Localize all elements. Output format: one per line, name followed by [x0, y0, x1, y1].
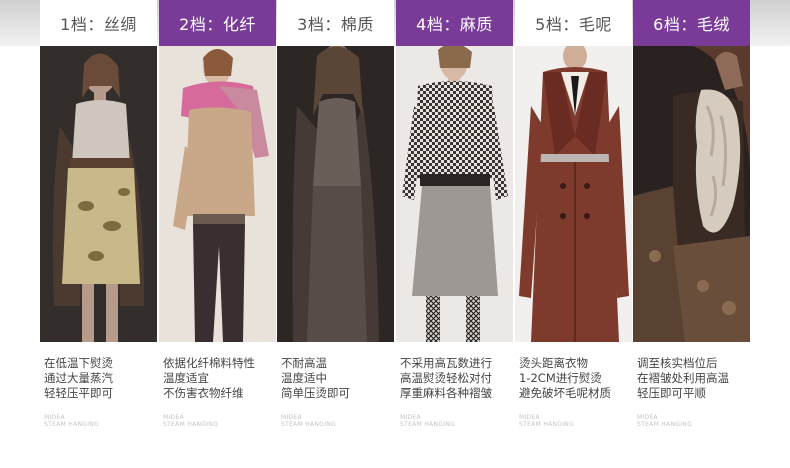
column-cotton: 3档：棉质 不耐高温 温度适中 简单压烫即可 MIDEA STEAM HANGI…	[277, 0, 394, 468]
description-line: 避免破坏毛呢材质	[519, 386, 611, 400]
tab-silk[interactable]: 1档：丝绸	[40, 0, 157, 46]
photo-linen	[396, 46, 513, 342]
description-line: 轻压即可平顺	[637, 386, 706, 400]
description-line: 温度适宜	[163, 371, 209, 385]
description-line: 简单压烫即可	[281, 386, 350, 400]
watermark: MIDEA STEAM HANGING	[163, 414, 219, 428]
description-line: 轻轻压平即可	[44, 386, 113, 400]
column-wool: 5档：毛呢 烫头距离衣物 1-2CM进行熨烫 避免破坏毛呢材质 MIDEA ST…	[515, 0, 632, 468]
photo-cotton	[277, 46, 394, 342]
watermark: MIDEA STEAM HANGING	[44, 414, 100, 428]
column-silk: 1档：丝绸 在低温下熨烫 通过大量蒸汽 轻轻压平即可 MIDEA STEAM H…	[40, 0, 157, 468]
description-line: 1-2CM进行熨烫	[519, 371, 602, 385]
description-wool: 烫头距离衣物 1-2CM进行熨烫 避免破坏毛呢材质	[519, 356, 635, 401]
watermark: MIDEA STEAM HANGING	[400, 414, 456, 428]
description-cotton: 不耐高温 温度适中 简单压烫即可	[281, 356, 397, 401]
photo-synthetic	[159, 46, 276, 342]
description-line: 温度适中	[281, 371, 327, 385]
description-fleece: 调至核实档位后 在褶皱处利用高温 轻压即可平顺	[637, 356, 753, 401]
tab-cotton[interactable]: 3档：棉质	[277, 0, 394, 46]
description-line: 不采用高瓦数进行	[400, 356, 492, 370]
photo-silk	[40, 46, 157, 342]
column-fleece: 6档：毛绒 调至核实档位后 在褶皱处利用高温 轻压即可平顺 MIDEA STEA…	[633, 0, 750, 468]
description-line: 烫头距离衣物	[519, 356, 588, 370]
photo-wool	[515, 46, 632, 342]
description-line: 通过大量蒸汽	[44, 371, 113, 385]
column-linen: 4档：麻质 不采用高瓦数进行 高温熨烫轻松对付 厚重麻料各种褶皱 MIDEA S…	[396, 0, 513, 468]
description-line: 高温熨烫轻松对付	[400, 371, 492, 385]
description-line: 调至核实档位后	[637, 356, 718, 370]
description-line: 依据化纤棉料特性	[163, 356, 255, 370]
photo-fleece	[633, 46, 750, 342]
column-synthetic: 2档：化纤 依据化纤棉料特性 温度适宜 不伤害衣物纤维 MIDEA STEAM …	[159, 0, 276, 468]
watermark: MIDEA STEAM HANGING	[519, 414, 575, 428]
description-linen: 不采用高瓦数进行 高温熨烫轻松对付 厚重麻料各种褶皱	[400, 356, 516, 401]
description-line: 不伤害衣物纤维	[163, 386, 244, 400]
description-line: 在褶皱处利用高温	[637, 371, 729, 385]
tab-wool[interactable]: 5档：毛呢	[515, 0, 632, 46]
description-line: 在低温下熨烫	[44, 356, 113, 370]
description-line: 不耐高温	[281, 356, 327, 370]
tab-synthetic[interactable]: 2档：化纤	[159, 0, 276, 46]
tab-fleece[interactable]: 6档：毛绒	[633, 0, 750, 46]
watermark: MIDEA STEAM HANGING	[281, 414, 337, 428]
tab-linen[interactable]: 4档：麻质	[396, 0, 513, 46]
description-silk: 在低温下熨烫 通过大量蒸汽 轻轻压平即可	[44, 356, 160, 401]
watermark: MIDEA STEAM HANGING	[637, 414, 693, 428]
description-line: 厚重麻料各种褶皱	[400, 386, 492, 400]
description-synthetic: 依据化纤棉料特性 温度适宜 不伤害衣物纤维	[163, 356, 279, 401]
